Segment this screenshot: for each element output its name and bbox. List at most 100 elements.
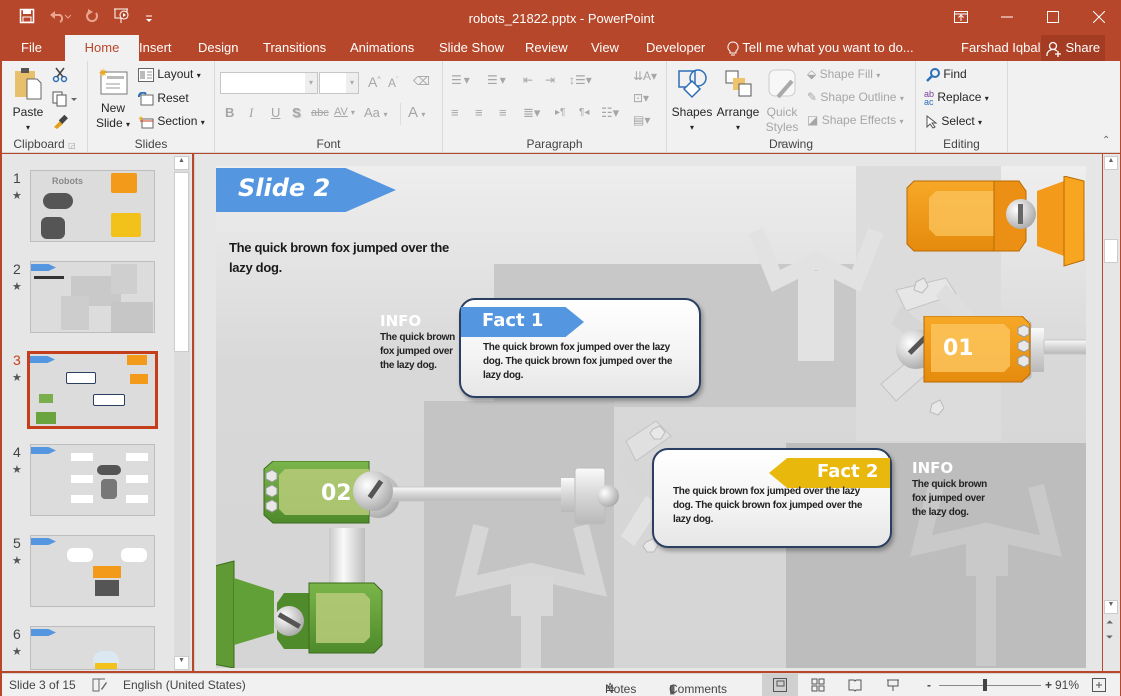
tab-insert[interactable]: Insert <box>129 35 182 61</box>
share-button[interactable]: Share <box>1041 35 1105 61</box>
align-right-button[interactable]: ≡ <box>499 105 507 120</box>
slide-vertical-scrollbar[interactable]: ▲ ▼ ⏶ ⏷ <box>1103 154 1120 671</box>
fact-1-label[interactable]: Fact 1 <box>482 310 543 331</box>
redo-icon[interactable] <box>85 9 99 26</box>
tab-review[interactable]: Review <box>515 35 578 61</box>
bold-button[interactable]: B <box>225 105 234 120</box>
font-name-dropdown[interactable]: ▾ <box>220 72 318 94</box>
next-slide-icon[interactable]: ⏷ <box>1106 632 1113 643</box>
scroll-down-arrow-icon[interactable]: ▼ <box>174 656 189 670</box>
paste-button[interactable]: Paste ▾ <box>8 67 48 135</box>
format-painter-button[interactable] <box>52 113 68 132</box>
tab-view[interactable]: View <box>581 35 629 61</box>
thumbnail-slide-1[interactable]: Robots <box>30 170 155 242</box>
arrange-button[interactable]: Arrange ▾ <box>715 67 761 135</box>
align-center-button[interactable]: ≡ <box>475 105 483 120</box>
text-direction-button[interactable]: ⇊A▾ <box>633 69 657 83</box>
shape-effects-button[interactable]: ◪ Shape Effects ▾ <box>807 113 904 127</box>
start-from-beginning-icon[interactable] <box>113 7 131 28</box>
zoom-level[interactable]: 91% <box>1055 678 1079 692</box>
increase-indent-button[interactable]: ⇥ <box>545 73 555 87</box>
scroll-up-arrow-icon[interactable]: ▲ <box>1104 156 1118 170</box>
thumbnail-slide-4[interactable] <box>30 444 155 516</box>
italic-button[interactable]: I <box>249 105 253 121</box>
tab-slide-show[interactable]: Slide Show <box>429 35 514 61</box>
tab-animations[interactable]: Animations <box>340 35 424 61</box>
underline-button[interactable]: U <box>271 105 280 120</box>
shrink-font-button[interactable]: Aˇ <box>388 76 398 90</box>
thumbnail-slide-6[interactable] <box>30 626 155 670</box>
justify-button[interactable]: ≣▾ <box>523 105 540 121</box>
clear-formatting-button[interactable]: ⌫ <box>413 74 430 88</box>
normal-view-button[interactable] <box>762 674 798 696</box>
thumbnail-scroll-thumb[interactable] <box>174 172 189 352</box>
zoom-slider-track[interactable] <box>939 685 1041 686</box>
align-text-button[interactable]: ⊡▾ <box>633 91 649 105</box>
close-button[interactable] <box>1076 1 1121 33</box>
customize-qat-icon[interactable] <box>145 10 153 26</box>
font-size-dropdown[interactable]: ▾ <box>319 72 359 94</box>
save-icon[interactable] <box>19 8 35 27</box>
layout-button[interactable]: Layout ▾ <box>138 67 201 82</box>
thumbnail-scrollbar[interactable]: ▲ ▼ <box>174 156 190 671</box>
language-indicator[interactable]: English (United States) <box>123 678 246 692</box>
numbering-button[interactable]: ☰▾ <box>487 73 508 87</box>
strikethrough-button[interactable]: abc <box>311 107 329 119</box>
maximize-button[interactable] <box>1030 1 1076 33</box>
scroll-down-arrow-icon[interactable]: ▼ <box>1104 600 1118 614</box>
scroll-up-arrow-icon[interactable]: ▲ <box>174 156 189 170</box>
line-spacing-button[interactable]: ↕☰▾ <box>569 73 592 87</box>
fit-slide-button[interactable] <box>1092 678 1106 695</box>
smartart-button[interactable]: ▤▾ <box>633 113 650 127</box>
font-color-button[interactable]: A ▾ <box>408 104 425 121</box>
tab-file[interactable]: File <box>11 35 52 61</box>
thumbnail-slide-5[interactable] <box>30 535 155 607</box>
select-button[interactable]: Select ▾ <box>926 114 982 129</box>
change-case-button[interactable]: Aa ▾ <box>364 105 388 120</box>
shapes-button[interactable]: Shapes ▾ <box>671 67 713 135</box>
shape-outline-button[interactable]: ✎ Shape Outline ▾ <box>807 90 904 104</box>
user-name[interactable]: Farshad Iqbal <box>961 35 1041 61</box>
cut-button[interactable] <box>52 67 68 86</box>
shape-fill-button[interactable]: ⬙ Shape Fill ▾ <box>807 67 880 81</box>
reading-view-button[interactable] <box>848 678 862 695</box>
tell-me-search[interactable]: Tell me what you want to do... <box>727 35 914 61</box>
undo-icon[interactable] <box>49 9 72 26</box>
tab-developer[interactable]: Developer <box>636 35 715 61</box>
bullets-button[interactable]: ☰▾ <box>451 73 472 87</box>
shadow-button[interactable]: S <box>292 105 301 120</box>
info-heading-2[interactable]: INFO <box>912 459 953 477</box>
rtl-button[interactable]: ¶◂ <box>579 107 589 118</box>
thumbnail-slide-3[interactable] <box>27 351 158 429</box>
fact-2-label[interactable]: Fact 2 <box>817 461 878 482</box>
zoom-in-button[interactable]: + <box>1045 678 1052 692</box>
tab-transitions[interactable]: Transitions <box>253 35 336 61</box>
copy-button[interactable] <box>52 91 78 110</box>
find-button[interactable]: Find <box>926 67 967 82</box>
zoom-slider-thumb[interactable] <box>982 679 987 691</box>
ltr-button[interactable]: ▸¶ <box>555 107 565 118</box>
section-button[interactable]: ✷ Section ▾ <box>138 114 205 129</box>
grow-font-button[interactable]: A^ <box>368 74 381 90</box>
slide-canvas[interactable]: Slide 2 The quick brown fox jumped over … <box>216 166 1086 668</box>
columns-button[interactable]: ☷▾ <box>601 105 619 121</box>
spell-check-icon[interactable] <box>92 678 108 695</box>
reset-button[interactable]: Reset <box>138 91 189 106</box>
collapse-ribbon-button[interactable]: ⌃ <box>1102 135 1110 146</box>
new-slide-button[interactable]: ✷ New Slide ▾ <box>94 66 132 132</box>
zoom-out-button[interactable]: - <box>927 678 931 692</box>
character-spacing-button[interactable]: AV ▾ <box>334 106 355 118</box>
minimize-button[interactable] <box>984 1 1030 33</box>
decrease-indent-button[interactable]: ⇤ <box>523 73 533 87</box>
dialog-launcher-icon[interactable]: ◲ <box>68 141 76 150</box>
slide-title[interactable]: Slide 2 <box>238 174 330 202</box>
fact-1-text[interactable]: The quick brown fox jumped over the lazy… <box>483 341 683 383</box>
ribbon-display-options-button[interactable] <box>938 1 984 33</box>
fact-2-text[interactable]: The quick brown fox jumped over the lazy… <box>673 485 873 527</box>
previous-slide-icon[interactable]: ⏶ <box>1106 617 1113 628</box>
info-text-1[interactable]: The quick brown fox jumped over the lazy… <box>380 331 462 373</box>
info-heading-1[interactable]: INFO <box>380 312 421 330</box>
info-text-2[interactable]: The quick brown fox jumped over the lazy… <box>912 478 994 520</box>
slide-heading[interactable]: The quick brown fox jumped over the lazy… <box>229 238 459 278</box>
align-left-button[interactable]: ≡ <box>451 105 459 120</box>
